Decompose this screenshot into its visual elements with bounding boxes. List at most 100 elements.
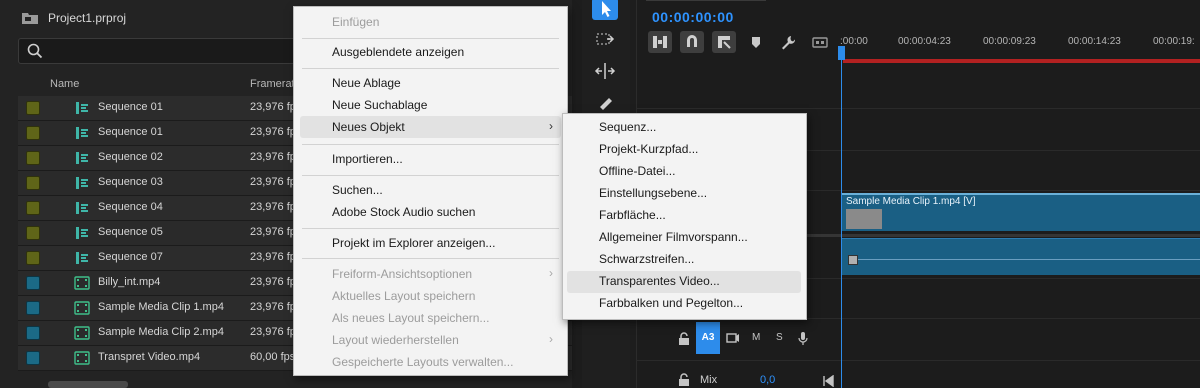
video-clip[interactable]: Sample Media Clip 1.mp4 [V] [842, 193, 1200, 231]
submenu-chevron-icon: › [549, 332, 553, 346]
item-name: Sequence 04 [98, 201, 163, 213]
sequence-icon [76, 152, 88, 164]
audio-clip[interactable] [842, 238, 1200, 275]
mix-track-label: Mix [700, 374, 718, 386]
search-input[interactable] [18, 38, 320, 64]
menu-separator [302, 258, 559, 259]
menu-item[interactable]: Suchen... [332, 183, 383, 197]
menu-item: Aktuelles Layout speichern [332, 289, 476, 303]
sync-lock-icon[interactable] [726, 332, 740, 344]
menu-item[interactable]: Neue Ablage [332, 76, 401, 90]
mute-button[interactable]: M [752, 332, 760, 343]
insert-overwrite-icon [653, 36, 667, 48]
label-color-swatch[interactable] [26, 226, 40, 240]
ruler-label: 00:00:14:23 [1068, 36, 1121, 47]
item-name: Sequence 01 [98, 126, 163, 138]
submenu-item[interactable]: Offline-Datei... [599, 164, 675, 178]
add-marker-icon[interactable] [748, 34, 764, 50]
video-clip-label: Sample Media Clip 1.mp4 [V] [846, 196, 976, 207]
horizontal-scrollbar[interactable] [48, 381, 128, 388]
linked-selection-button[interactable] [712, 31, 736, 53]
menu-item: Einfügen [332, 15, 380, 29]
captions-icon[interactable] [812, 34, 828, 50]
menu-separator [302, 38, 559, 39]
audio-keyframe[interactable] [848, 255, 858, 265]
item-name: Transpret Video.mp4 [98, 351, 201, 363]
menu-item[interactable]: Projekt im Explorer anzeigen... [332, 236, 495, 250]
video-file-icon [74, 276, 90, 290]
label-color-swatch[interactable] [26, 201, 40, 215]
snap-button[interactable] [680, 31, 704, 53]
project-folder-icon [22, 13, 38, 24]
menu-separator [302, 175, 559, 176]
wrench-icon[interactable] [780, 34, 796, 50]
sequence-icon [76, 102, 88, 114]
submenu-item[interactable]: Transparentes Video... [599, 274, 720, 288]
submenu-chevron-icon: › [549, 266, 553, 280]
lock-icon[interactable] [678, 373, 690, 387]
sequence-icon [76, 127, 88, 139]
go-to-in-icon[interactable] [822, 375, 834, 387]
ripple-edit-icon [594, 63, 616, 79]
track-select-icon [596, 33, 615, 45]
item-name: Sample Media Clip 2.mp4 [98, 326, 224, 338]
submenu-item[interactable]: Allgemeiner Filmvorspann... [599, 230, 748, 244]
razor-icon [600, 98, 612, 110]
timecode-underline [646, 0, 766, 1]
track-divider [636, 360, 1200, 361]
submenu-item[interactable]: Farbfläche... [599, 208, 666, 222]
sequence-icon [76, 202, 88, 214]
label-color-swatch[interactable] [26, 351, 40, 365]
sequence-icon [76, 177, 88, 189]
menu-item[interactable]: Adobe Stock Audio suchen [332, 205, 475, 219]
label-color-swatch[interactable] [26, 151, 40, 165]
menu-item[interactable]: Neue Suchablage [332, 98, 427, 112]
label-color-swatch[interactable] [26, 326, 40, 340]
label-color-swatch[interactable] [26, 176, 40, 190]
razor-tool-button[interactable] [592, 92, 618, 114]
submenu-item[interactable]: Projekt-Kurzpfad... [599, 142, 698, 156]
clip-thumbnail [846, 209, 882, 229]
ruler-label: 00:00:09:23 [983, 36, 1036, 47]
lock-icon[interactable] [678, 332, 690, 346]
context-menu: Einfügen Ausgeblendete anzeigen Neue Ablag… [293, 6, 568, 376]
item-name: Sequence 01 [98, 101, 163, 113]
item-name: Sequence 02 [98, 151, 163, 163]
track-select-tool-button[interactable] [592, 28, 618, 50]
label-color-swatch[interactable] [26, 251, 40, 265]
ripple-edit-tool-button[interactable] [592, 60, 618, 82]
track-target-a3[interactable]: A3 [696, 322, 720, 354]
label-color-swatch[interactable] [26, 101, 40, 115]
magnet-icon [687, 35, 697, 47]
audio-track-header-a3: A3 M S [636, 322, 836, 354]
time-ruler[interactable]: :00:00 00:00:04:23 00:00:09:23 00:00:14:… [840, 30, 1200, 62]
timecode-display[interactable]: 00:00:00:00 [652, 9, 734, 25]
menu-item: Gespeicherte Layouts verwalten... [332, 355, 514, 369]
label-color-swatch[interactable] [26, 301, 40, 315]
submenu-item[interactable]: Schwarzstreifen... [599, 252, 694, 266]
nest-sequence-button[interactable] [648, 31, 672, 53]
sequence-icon [76, 252, 88, 264]
selection-tool-button[interactable] [592, 0, 618, 20]
item-name: Sequence 03 [98, 176, 163, 188]
submenu-item[interactable]: Einstellungsebene... [599, 186, 707, 200]
menu-item[interactable]: Neues Objekt [332, 120, 405, 134]
microphone-icon[interactable] [798, 331, 808, 345]
work-area-bar[interactable] [843, 59, 1200, 63]
menu-item[interactable]: Ausgeblendete anzeigen [332, 45, 464, 59]
column-header-name[interactable]: Name [50, 78, 79, 90]
solo-button[interactable]: S [776, 332, 783, 343]
track-divider [636, 108, 1200, 109]
mix-volume-value[interactable]: 0,0 [760, 374, 775, 386]
menu-item: Layout wiederherstellen [332, 333, 459, 347]
submenu-chevron-icon: › [549, 119, 553, 133]
project-title: Project1.prproj [48, 11, 127, 25]
submenu-item[interactable]: Farbbalken und Pegelton... [599, 296, 743, 310]
menu-item: Als neues Layout speichern... [332, 311, 490, 325]
ruler-label: 00:00:19: [1153, 36, 1195, 47]
sequence-icon [76, 227, 88, 239]
label-color-swatch[interactable] [26, 126, 40, 140]
submenu-item[interactable]: Sequenz... [599, 120, 656, 134]
label-color-swatch[interactable] [26, 276, 40, 290]
menu-item[interactable]: Importieren... [332, 152, 403, 166]
